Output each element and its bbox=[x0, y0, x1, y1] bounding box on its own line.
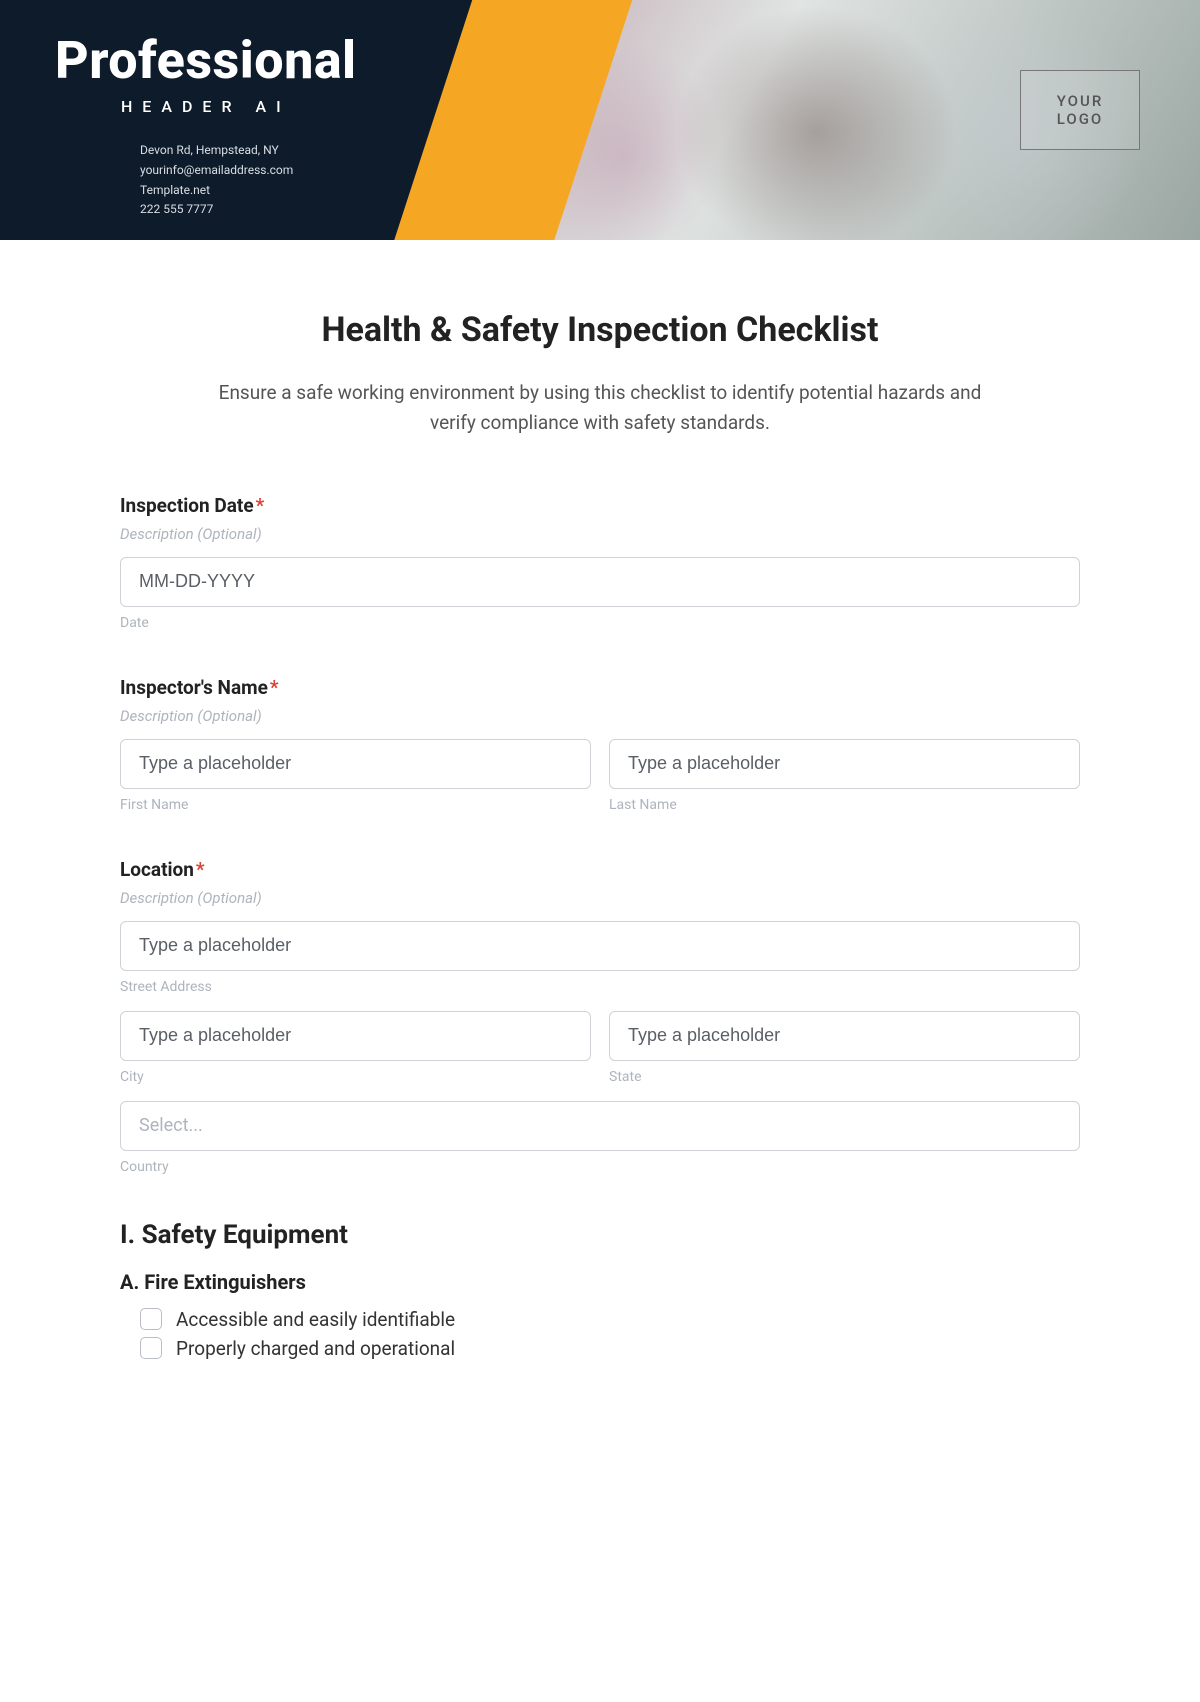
label-text: Inspection Date bbox=[120, 494, 254, 517]
contact-line: 222 555 7777 bbox=[140, 200, 357, 220]
field-description: Description (Optional) bbox=[120, 525, 1080, 543]
field-sublabel: Street Address bbox=[120, 979, 1080, 995]
field-sublabel: City bbox=[120, 1069, 591, 1085]
contact-line: Devon Rd, Hempstead, NY bbox=[140, 141, 357, 161]
brand-title: Professional bbox=[55, 30, 357, 91]
field-sublabel: Country bbox=[120, 1159, 1080, 1175]
last-name-input[interactable] bbox=[609, 739, 1080, 789]
required-marker: * bbox=[256, 494, 265, 517]
page-subtitle: Ensure a safe working environment by usi… bbox=[210, 378, 990, 439]
field-label: Location* bbox=[120, 858, 1080, 881]
checklist-item[interactable]: Properly charged and operational bbox=[140, 1337, 1080, 1360]
field-inspector-name: Inspector's Name* Description (Optional)… bbox=[120, 676, 1080, 813]
first-name-input[interactable] bbox=[120, 739, 591, 789]
field-label: Inspector's Name* bbox=[120, 676, 1080, 699]
field-location: Location* Description (Optional) Street … bbox=[120, 858, 1080, 1175]
checklist-item[interactable]: Accessible and easily identifiable bbox=[140, 1308, 1080, 1331]
checkbox[interactable] bbox=[140, 1337, 162, 1359]
field-sublabel: Date bbox=[120, 615, 1080, 631]
country-select[interactable]: Select... bbox=[120, 1101, 1080, 1151]
field-description: Description (Optional) bbox=[120, 889, 1080, 907]
checkbox-label: Accessible and easily identifiable bbox=[176, 1308, 455, 1331]
field-label: Inspection Date* bbox=[120, 494, 1080, 517]
select-placeholder: Select... bbox=[139, 1115, 203, 1136]
page-title: Health & Safety Inspection Checklist bbox=[120, 310, 1080, 350]
required-marker: * bbox=[196, 858, 205, 881]
header-banner: Professional HEADER AI Devon Rd, Hempste… bbox=[0, 0, 1200, 240]
section-heading-safety-equipment: I. Safety Equipment bbox=[120, 1220, 1080, 1250]
logo-placeholder[interactable]: YOUR LOGO bbox=[1020, 70, 1140, 150]
checkbox-label: Properly charged and operational bbox=[176, 1337, 455, 1360]
field-sublabel: First Name bbox=[120, 797, 591, 813]
brand-block: Professional HEADER AI Devon Rd, Hempste… bbox=[55, 30, 357, 220]
field-sublabel: Last Name bbox=[609, 797, 1080, 813]
state-input[interactable] bbox=[609, 1011, 1080, 1061]
street-address-input[interactable] bbox=[120, 921, 1080, 971]
label-text: Inspector's Name bbox=[120, 676, 268, 699]
field-inspection-date: Inspection Date* Description (Optional) … bbox=[120, 494, 1080, 631]
city-input[interactable] bbox=[120, 1011, 591, 1061]
checkbox[interactable] bbox=[140, 1308, 162, 1330]
label-text: Location bbox=[120, 858, 194, 881]
date-input[interactable] bbox=[120, 557, 1080, 607]
brand-contact: Devon Rd, Hempstead, NY yourinfo@emailad… bbox=[140, 141, 357, 220]
contact-line: yourinfo@emailaddress.com bbox=[140, 161, 357, 181]
form-content: Health & Safety Inspection Checklist Ens… bbox=[0, 240, 1200, 1396]
contact-line: Template.net bbox=[140, 181, 357, 201]
field-description: Description (Optional) bbox=[120, 707, 1080, 725]
brand-tagline: HEADER AI bbox=[55, 97, 357, 116]
field-sublabel: State bbox=[609, 1069, 1080, 1085]
required-marker: * bbox=[270, 676, 279, 699]
subsection-heading-fire-extinguishers: A. Fire Extinguishers bbox=[120, 1270, 1080, 1294]
